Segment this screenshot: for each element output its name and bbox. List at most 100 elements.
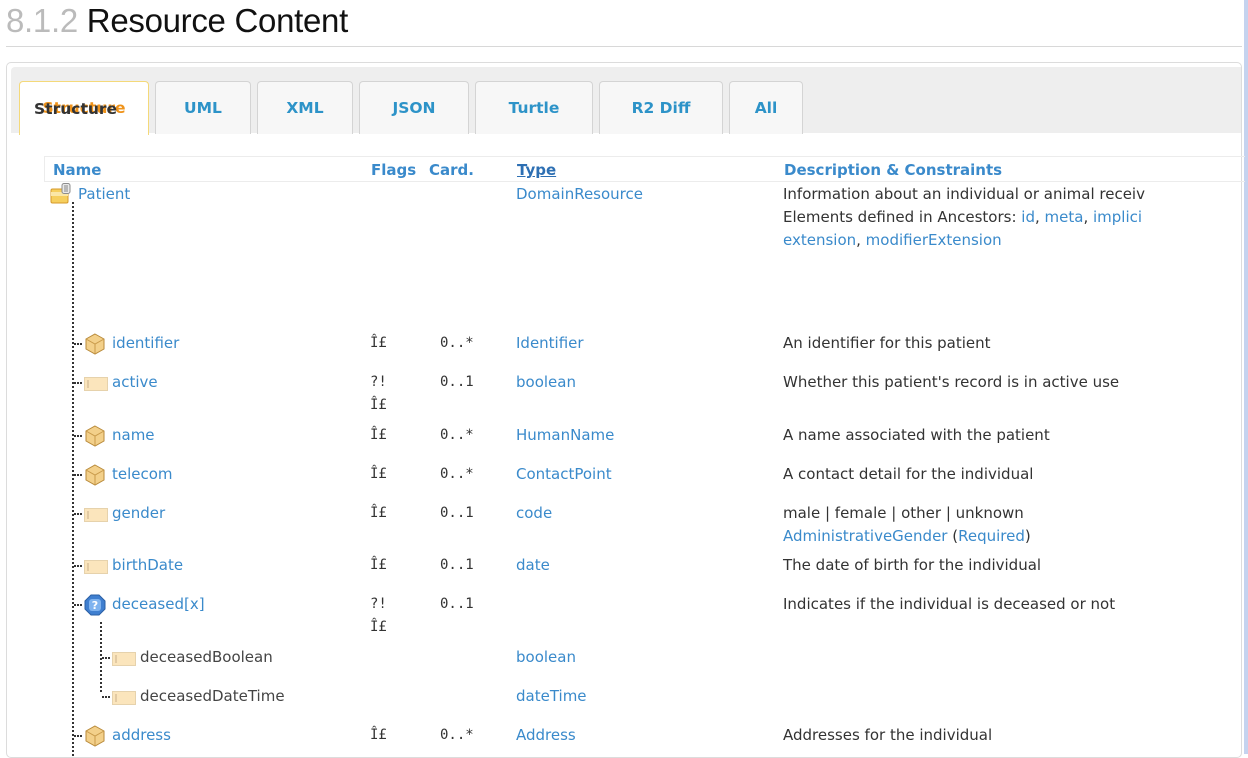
tree-connector xyxy=(74,604,82,606)
element-flags: ?! Î£ xyxy=(370,593,387,639)
modifier-flag: ?! xyxy=(370,374,387,390)
element-description: Whether this patient's record is in acti… xyxy=(783,373,1120,391)
tree-connector xyxy=(102,657,110,659)
table-row-patient: Patient DomainResource Information about… xyxy=(44,183,1244,253)
datatype-cube-icon xyxy=(84,425,106,454)
element-name: deceasedDateTime xyxy=(140,687,285,705)
svg-text:?: ? xyxy=(92,599,98,612)
tab-turtle[interactable]: Turtle xyxy=(475,81,593,134)
column-flags: Flags xyxy=(371,161,417,179)
element-name[interactable]: telecom xyxy=(112,463,173,486)
element-name[interactable]: birthDate xyxy=(112,554,183,577)
ancestor-link-modifierextension[interactable]: modifierExtension xyxy=(866,231,1002,249)
element-name[interactable]: deceased[x] xyxy=(112,593,205,616)
element-type[interactable]: DomainResource xyxy=(516,183,643,206)
element-type[interactable]: Address xyxy=(516,724,576,747)
datatype-cube-icon xyxy=(84,725,106,754)
section-number: 8.1.2 xyxy=(6,2,78,39)
tree-connector xyxy=(74,735,82,737)
element-type[interactable]: Identifier xyxy=(516,332,584,355)
element-cardinality: 0..1 xyxy=(440,505,474,521)
choice-icon: ? xyxy=(84,594,106,623)
tree-connector xyxy=(74,474,82,476)
element-flags: ?! Î£ xyxy=(370,371,387,417)
element-flags: Î£ xyxy=(370,727,387,743)
datatype-cube-icon xyxy=(84,464,106,493)
element-name[interactable]: Patient xyxy=(78,183,130,206)
primitive-icon xyxy=(112,689,136,712)
tab-r2-diff[interactable]: R2 Diff xyxy=(599,81,723,134)
element-flags: Î£ xyxy=(370,427,387,443)
element-cardinality: 0..* xyxy=(440,466,474,482)
element-type[interactable]: boolean xyxy=(516,371,576,394)
tab-uml[interactable]: UML xyxy=(155,81,251,134)
element-name: deceasedBoolean xyxy=(140,648,273,666)
description-text: Information about an individual or anima… xyxy=(783,185,1145,203)
tree-line-root xyxy=(72,202,74,756)
section-heading: 8.1.2 Resource Content xyxy=(6,2,348,40)
element-name[interactable]: identifier xyxy=(112,332,179,355)
binding-strength-link[interactable]: Required xyxy=(958,527,1025,545)
tree-connector xyxy=(74,565,82,567)
binding-link[interactable]: AdministrativeGender xyxy=(783,527,947,545)
element-type[interactable]: dateTime xyxy=(516,685,587,708)
element-flags: Î£ xyxy=(370,557,387,573)
element-description: Indicates if the individual is deceased … xyxy=(783,595,1116,613)
resource-folder-icon xyxy=(50,183,72,212)
description-text: male | female | other | unknown xyxy=(783,504,1024,522)
element-name[interactable]: name xyxy=(112,424,155,447)
element-name[interactable]: address xyxy=(112,724,171,747)
column-card: Card. xyxy=(429,161,474,179)
ancestor-link-implicitrules[interactable]: implici xyxy=(1093,208,1142,226)
primitive-icon xyxy=(84,506,108,529)
table-header: Name Flags Card. Type Description & Cons… xyxy=(44,156,1245,182)
element-cardinality: 0..* xyxy=(440,727,474,743)
element-type[interactable]: code xyxy=(516,502,552,525)
tree-connector xyxy=(74,513,82,515)
element-flags: Î£ xyxy=(370,505,387,521)
modifier-flag: ?! xyxy=(370,596,387,612)
ancestor-link-meta[interactable]: meta xyxy=(1045,208,1084,226)
element-cardinality: 0..* xyxy=(440,427,474,443)
element-description: Addresses for the individual xyxy=(783,726,993,744)
tree-connector xyxy=(74,343,82,345)
element-name[interactable]: gender xyxy=(112,502,165,525)
tab-strip: Structure UML XML JSON Turtle R2 Diff Al… xyxy=(11,67,1241,135)
tree-connector xyxy=(102,696,110,698)
datatype-cube-icon xyxy=(84,333,106,362)
primitive-icon xyxy=(84,375,108,398)
column-description: Description & Constraints xyxy=(784,161,1003,179)
element-type[interactable]: HumanName xyxy=(516,424,614,447)
element-description: A contact detail for the individual xyxy=(783,465,1034,483)
ancestor-link-id[interactable]: id xyxy=(1021,208,1035,226)
element-flags: Î£ xyxy=(370,335,387,351)
primitive-icon xyxy=(84,558,108,581)
element-type[interactable]: ContactPoint xyxy=(516,463,612,486)
element-cardinality: 0..1 xyxy=(440,557,474,573)
panel-heading: Structure xyxy=(34,100,118,118)
tab-all[interactable]: All xyxy=(729,81,803,134)
element-cardinality: 0..1 xyxy=(440,374,474,390)
element-description: male | female | other | unknown Administ… xyxy=(783,504,1031,545)
element-description: A name associated with the patient xyxy=(783,426,1050,444)
element-type[interactable]: date xyxy=(516,554,550,577)
tree-connector xyxy=(74,382,82,384)
column-type[interactable]: Type xyxy=(517,161,556,179)
summary-flag: Î£ xyxy=(370,397,387,413)
element-description: The date of birth for the individual xyxy=(783,556,1042,574)
tab-xml[interactable]: XML xyxy=(257,81,353,134)
element-description: An identifier for this patient xyxy=(783,334,991,352)
element-flags: Î£ xyxy=(370,466,387,482)
heading-divider xyxy=(6,46,1242,47)
element-cardinality: 0..* xyxy=(440,335,474,351)
element-description: Information about an individual or anima… xyxy=(783,185,1145,249)
element-name[interactable]: active xyxy=(112,371,158,394)
section-title: Resource Content xyxy=(86,2,348,39)
tab-json[interactable]: JSON xyxy=(359,81,469,134)
element-type[interactable]: boolean xyxy=(516,646,576,669)
column-name: Name xyxy=(53,161,102,179)
scrollbar-rail[interactable] xyxy=(1244,0,1248,754)
primitive-icon xyxy=(112,650,136,673)
tree-connector xyxy=(74,435,82,437)
ancestor-link-extension[interactable]: extension xyxy=(783,231,856,249)
